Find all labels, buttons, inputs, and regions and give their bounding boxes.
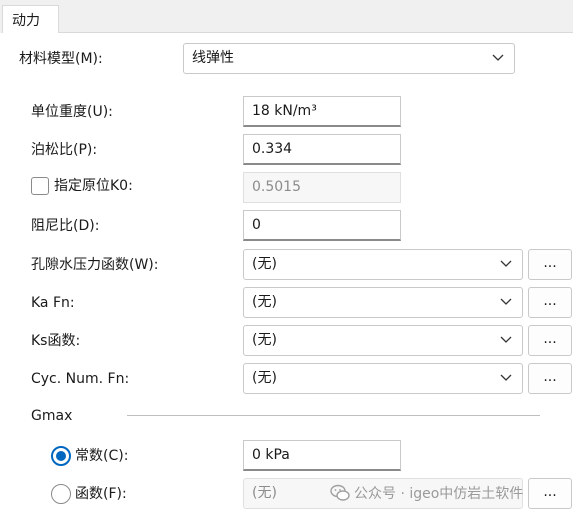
k0-field: 0.5015 [243,172,401,203]
k0-label: 指定原位K0: [54,178,133,194]
chevron-down-icon [500,260,512,267]
gmax-constant-value: 0 kPa [252,447,290,463]
gmax-function-value: (无) [252,485,277,501]
gmax-function-edit-button[interactable]: ... [528,478,572,509]
chevron-down-icon [500,374,512,381]
gmax-group-label: Gmax [31,408,73,424]
watermark-text: 公众号 · igeo中仿岩土软件 [354,486,524,502]
cyc-num-fn-edit-button[interactable]: ... [528,363,572,394]
tab-dynamic[interactable]: 动力 [2,5,59,33]
gmax-constant-radio[interactable] [51,446,71,466]
ka-fn-select[interactable]: (无) [243,287,523,318]
unit-weight-value: 18 kN/m³ [252,103,317,119]
ellipsis-label: ... [543,331,557,347]
k0-value: 0.5015 [252,179,301,195]
wechat-icon [330,484,350,501]
poisson-ratio-field[interactable]: 0.334 [243,134,401,165]
ellipsis-label: ... [543,369,557,385]
gmax-group-divider [127,415,540,416]
pore-pressure-fn-value: (无) [252,256,277,272]
ellipsis-label: ... [543,255,557,271]
material-model-label: 材料模型(M): [19,51,103,67]
gmax-constant-field[interactable]: 0 kPa [243,440,401,471]
tab-bar: 动力 [0,0,573,33]
ks-fn-label: Ks函数: [31,333,81,349]
gmax-constant-label: 常数(C): [75,448,129,464]
ellipsis-label: ... [543,293,557,309]
ka-fn-edit-button[interactable]: ... [528,287,572,318]
cyc-num-fn-value: (无) [252,370,277,386]
ka-fn-label: Ka Fn: [31,295,75,311]
ka-fn-value: (无) [252,294,277,310]
pore-pressure-fn-select[interactable]: (无) [243,249,523,280]
k0-checkbox[interactable] [31,177,49,195]
pore-pressure-fn-label: 孔隙水压力函数(W): [31,257,159,273]
ks-fn-select[interactable]: (无) [243,325,523,356]
poisson-ratio-label: 泊松比(P): [31,142,98,158]
poisson-ratio-value: 0.334 [252,141,293,157]
gmax-function-radio[interactable] [51,484,71,504]
ellipsis-label: ... [543,484,557,500]
damping-ratio-label: 阻尼比(D): [31,218,100,234]
chevron-down-icon [492,54,504,61]
damping-ratio-value: 0 [252,217,261,233]
cyc-num-fn-select[interactable]: (无) [243,363,523,394]
material-model-select[interactable]: 线弹性 [183,43,515,74]
ks-fn-value: (无) [252,332,277,348]
cyc-num-fn-label: Cyc. Num. Fn: [31,371,130,387]
unit-weight-label: 单位重度(U): [31,104,113,120]
ks-fn-edit-button[interactable]: ... [528,325,572,356]
tab-label: 动力 [12,13,40,29]
gmax-function-label: 函数(F): [75,486,127,502]
pore-pressure-fn-edit-button[interactable]: ... [528,249,572,280]
material-model-value: 线弹性 [192,50,234,66]
damping-ratio-field[interactable]: 0 [243,210,401,241]
chevron-down-icon [500,298,512,305]
chevron-down-icon [500,336,512,343]
unit-weight-field[interactable]: 18 kN/m³ [243,96,401,127]
